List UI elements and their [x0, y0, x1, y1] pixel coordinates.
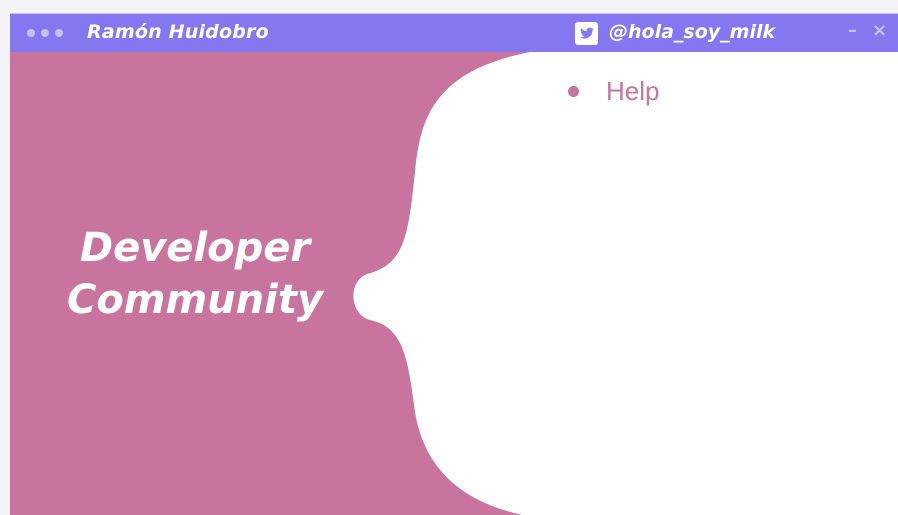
bullet-icon [568, 86, 579, 97]
close-icon[interactable]: × [872, 20, 887, 41]
title-bar: Ramón Huidobro @hola_soy_milk – × [10, 13, 898, 52]
minimize-icon[interactable]: – [848, 20, 857, 41]
heading-line-1: Developer [79, 225, 311, 271]
window-dot [41, 29, 49, 37]
heading-line-2: Community [66, 277, 324, 323]
slide-heading: Developer Community [40, 222, 350, 326]
twitter-icon [575, 22, 598, 45]
window-dots [27, 29, 63, 37]
list-item-label: Help [606, 76, 660, 106]
window-dot [55, 29, 63, 37]
slide-content: Developer Community Help [10, 52, 898, 515]
twitter-handle: @hola_soy_milk [609, 21, 776, 43]
slide-window: Ramón Huidobro @hola_soy_milk – × Develo… [10, 13, 898, 515]
list-item-help[interactable]: Help [568, 76, 659, 107]
author-name: Ramón Huidobro [87, 21, 269, 43]
window-dot [27, 29, 35, 37]
topic-list: Help [568, 76, 659, 107]
